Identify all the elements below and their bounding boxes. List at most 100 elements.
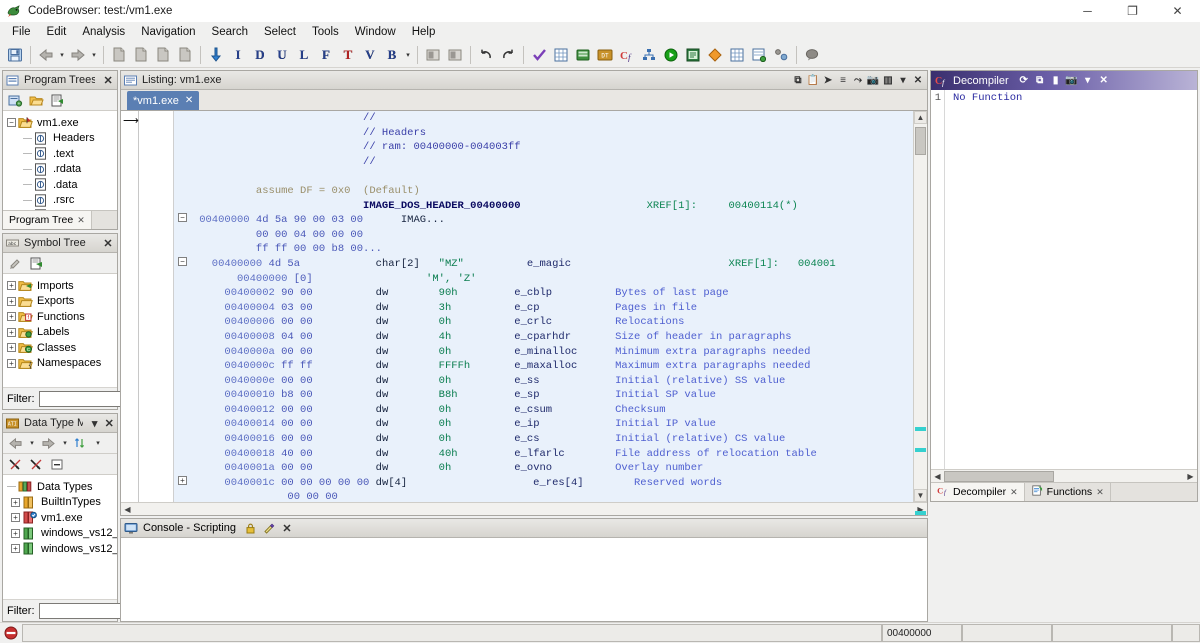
- forward-dropdown[interactable]: ▾: [89, 44, 99, 66]
- rename-symbol-button[interactable]: [6, 254, 25, 273]
- decompiler-hscroll-track[interactable]: [944, 471, 1184, 482]
- decompiler-scroll-left-button[interactable]: ◀: [931, 470, 944, 483]
- bookmark-dropdown[interactable]: ▾: [403, 44, 413, 66]
- listing-gutter[interactable]: ⟶: [121, 111, 139, 502]
- decompiler-horizontal-scrollbar[interactable]: ◀ ▶: [931, 469, 1197, 482]
- listing-scroll-thumb[interactable]: [915, 127, 926, 155]
- tree-node-dot-rsrc[interactable]: .rsrc: [5, 193, 117, 209]
- listing-line[interactable]: [174, 169, 913, 184]
- listing-scroll-left-button[interactable]: ◀: [121, 503, 134, 516]
- snapshot-button[interactable]: [108, 44, 130, 66]
- copy-decompiler-button[interactable]: ⧉: [1033, 73, 1047, 88]
- listing-line[interactable]: // ram: 00400000-004003ff: [174, 140, 913, 155]
- tree-node-dot-reloc[interactable]: .reloc: [5, 208, 117, 210]
- collapse-icon[interactable]: −: [5, 116, 18, 129]
- emulator-button[interactable]: [704, 44, 726, 66]
- listing-line[interactable]: //: [174, 155, 913, 170]
- listing-line[interactable]: − 00400000 4d 5a 90 00 03 00 IMAG...: [174, 213, 913, 228]
- close-data-type-manager-button[interactable]: ✕: [103, 416, 115, 431]
- expand-icon[interactable]: +: [5, 341, 18, 354]
- diff-view-button[interactable]: ≡: [836, 73, 850, 88]
- data-type-node-vm1-exe[interactable]: +vm1.exe: [5, 510, 117, 526]
- tab-decompiler[interactable]: CfDecompiler✕: [931, 483, 1025, 501]
- decompiler-hscroll-thumb[interactable]: [944, 471, 1054, 482]
- tab-program-tree-close[interactable]: ✕: [77, 215, 85, 226]
- menu-file[interactable]: File: [4, 24, 39, 40]
- menu-select[interactable]: Select: [256, 24, 304, 40]
- close-listing-button[interactable]: ✕: [911, 73, 925, 88]
- dtm-filter-arrays-button[interactable]: [27, 455, 46, 474]
- snapshot-camera-button[interactable]: 📷: [866, 73, 880, 88]
- expand-icon[interactable]: +: [5, 295, 18, 308]
- run-button[interactable]: [660, 44, 682, 66]
- lock-console-button[interactable]: [244, 521, 258, 536]
- listing-line[interactable]: 0040000c ff ff dw FFFFh e_maxalloc Maxim…: [174, 359, 913, 374]
- listing-scroll-down-button[interactable]: ▼: [914, 489, 927, 502]
- decompiler-menu-button[interactable]: ▾: [1081, 73, 1095, 88]
- listing-hscroll-track[interactable]: [134, 504, 914, 515]
- data-type-node-windows-vs12-32[interactable]: +windows_vs12_32: [5, 526, 117, 542]
- listing-line[interactable]: 00400002 90 00 dw 90h e_cblp Bytes of la…: [174, 286, 913, 301]
- dtm-forward-dropdown[interactable]: ▾: [60, 432, 70, 454]
- field-format-button[interactable]: ▥: [881, 73, 895, 88]
- listing-code-area[interactable]: // // Headers // ram: 00400000-004003ff …: [174, 111, 913, 502]
- menu-edit[interactable]: Edit: [39, 24, 75, 40]
- help-bubble-button[interactable]: [801, 44, 823, 66]
- decompiler-code[interactable]: No Function: [945, 90, 1022, 469]
- export-button[interactable]: [748, 44, 770, 66]
- close-decompiler-button[interactable]: ✕: [1097, 73, 1111, 88]
- redo-button[interactable]: [497, 44, 519, 66]
- listing-line[interactable]: assume DF = 0x0 (Default): [174, 184, 913, 199]
- listing-line[interactable]: // Headers: [174, 126, 913, 141]
- program-trees-content[interactable]: −vm1.exeHeaders.text.rdata.data.rsrc.rel…: [3, 111, 117, 210]
- expand-icon[interactable]: +: [9, 542, 22, 555]
- console-output[interactable]: [121, 538, 927, 621]
- symbol-tree-node-functions[interactable]: +fFunctions: [5, 309, 117, 325]
- select-block-button[interactable]: [422, 44, 444, 66]
- close-symbol-tree-button[interactable]: ✕: [101, 236, 115, 251]
- tree-node-dot-data[interactable]: .data: [5, 177, 117, 193]
- snapshot-decompiler-button[interactable]: 📷: [1065, 73, 1079, 88]
- menu-tools[interactable]: Tools: [304, 24, 347, 40]
- function-button[interactable]: F: [315, 44, 337, 66]
- expand-icon[interactable]: +: [5, 357, 18, 370]
- listing-vertical-scrollbar[interactable]: ▲ ▼: [913, 111, 927, 502]
- listing-line[interactable]: 00400004 03 00 dw 3h e_cp Pages in file: [174, 301, 913, 316]
- menu-help[interactable]: Help: [404, 24, 444, 40]
- tree-node-dot-text[interactable]: .text: [5, 146, 117, 162]
- dtm-forward-button[interactable]: [39, 434, 58, 453]
- decompiler-scroll-right-button[interactable]: ▶: [1184, 470, 1197, 483]
- decompiler-body[interactable]: 1 No Function: [931, 90, 1197, 469]
- close-window-button[interactable]: ✕: [1155, 0, 1200, 22]
- menu-search[interactable]: Search: [204, 24, 256, 40]
- tree-node-Headers[interactable]: Headers: [5, 131, 117, 147]
- symbol-tree-content[interactable]: +Imports+Exports+fFunctions+Labels+CClas…: [3, 274, 117, 387]
- forward-button[interactable]: [67, 44, 89, 66]
- data-type-manager-button[interactable]: DT: [594, 44, 616, 66]
- tree-node-vm1-exe-root[interactable]: −vm1.exe: [5, 115, 117, 131]
- dtm-sort-dropdown[interactable]: ▾: [93, 432, 103, 454]
- data-type-manager-menu-button[interactable]: ▾: [89, 416, 101, 431]
- back-dropdown[interactable]: ▾: [57, 44, 67, 66]
- terminator-button[interactable]: T: [337, 44, 359, 66]
- new-symbol-button[interactable]: [27, 254, 46, 273]
- bytes-view-button[interactable]: [550, 44, 572, 66]
- listing-line[interactable]: 00400018 40 00 dw 40h e_lfarlc File addr…: [174, 447, 913, 462]
- script-manager-button[interactable]: [682, 44, 704, 66]
- tree-node-dot-rdata[interactable]: .rdata: [5, 162, 117, 178]
- data-type-node-windows-vs12-64[interactable]: +windows_vs12_64: [5, 541, 117, 557]
- listing-line[interactable]: 0040000a 00 00 dw 0h e_minalloc Minimum …: [174, 345, 913, 360]
- listing-line[interactable]: − 00400000 4d 5a char[2] "MZ" e_magic XR…: [174, 257, 913, 272]
- listing-line[interactable]: 00400014 00 00 dw 0h e_ip Initial IP val…: [174, 417, 913, 432]
- new-tree-button[interactable]: [48, 91, 67, 110]
- listing-line[interactable]: + 0040001c 00 00 00 00 00 dw[4] e_res[4]…: [174, 476, 913, 491]
- select-complement-button[interactable]: [444, 44, 466, 66]
- minimize-button[interactable]: ─: [1065, 0, 1110, 22]
- back-button[interactable]: [35, 44, 57, 66]
- listing-line[interactable]: 00400016 00 00 dw 0h e_cs Initial (relat…: [174, 432, 913, 447]
- listing-scroll-up-button[interactable]: ▲: [914, 111, 927, 124]
- auto-analyze-button[interactable]: [528, 44, 550, 66]
- copy-listing-button[interactable]: [130, 44, 152, 66]
- save-button[interactable]: [4, 44, 26, 66]
- label-button[interactable]: L: [293, 44, 315, 66]
